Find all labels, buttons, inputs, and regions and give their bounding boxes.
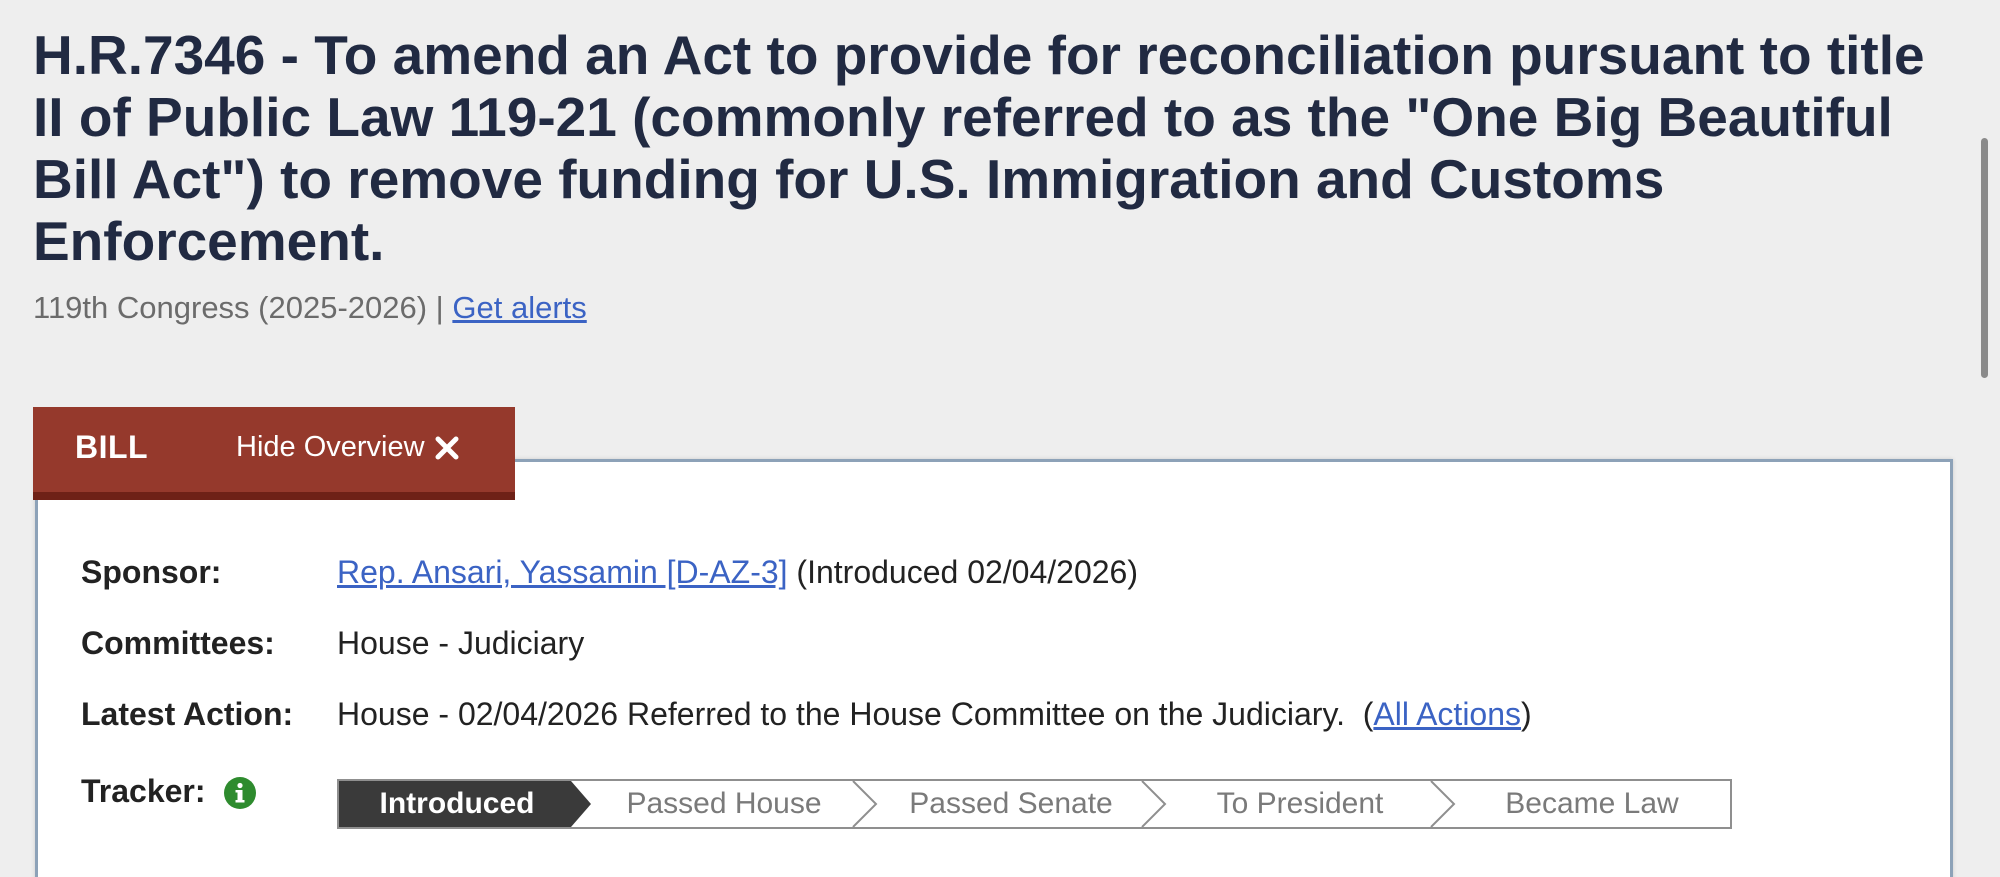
introduced-date: (Introduced 02/04/2026) xyxy=(796,554,1138,590)
sponsor-label: Sponsor: xyxy=(81,554,222,590)
latest-action-text: House - 02/04/2026 Referred to the House… xyxy=(337,696,1345,732)
congress-label: 119th Congress (2025-2026) | xyxy=(33,290,444,325)
bill-tab: BILL Hide Overview xyxy=(33,407,515,500)
latest-action-label: Latest Action: xyxy=(81,696,294,732)
scrollbar-thumb[interactable] xyxy=(1981,138,1988,378)
hide-overview-label: Hide Overview xyxy=(236,431,425,463)
committees-value: House - Judiciary xyxy=(337,625,585,661)
info-icon[interactable] xyxy=(223,776,257,810)
sponsor-value: Rep. Ansari, Yassamin [D-AZ-3] (Introduc… xyxy=(337,554,1138,591)
hide-overview-button[interactable]: Hide Overview xyxy=(236,431,460,464)
tracker-step-passed-senate: Passed Senate xyxy=(909,787,1113,820)
close-icon xyxy=(435,436,459,459)
tracker-step-passed-house: Passed House xyxy=(626,787,822,820)
bill-tab-label: BILL xyxy=(75,429,149,465)
open-paren: ( xyxy=(1362,696,1374,732)
tracker-step-became-law: Became Law xyxy=(1505,787,1679,820)
scrollbar[interactable] xyxy=(1978,0,2000,877)
tracker-step-introduced: Introduced xyxy=(379,787,535,820)
latest-action-value: House - 02/04/2026 Referred to the House… xyxy=(337,696,1532,733)
page: H.R.7346 - To amend an Act to provide fo… xyxy=(0,0,2000,877)
bill-title: H.R.7346 - To amend an Act to provide fo… xyxy=(33,24,1925,272)
progress-tracker: Introduced Passed House Passed Senate To… xyxy=(337,779,1732,829)
sponsor-link[interactable]: Rep. Ansari, Yassamin [D-AZ-3] xyxy=(337,554,788,590)
committees-label: Committees: xyxy=(81,625,275,661)
congress-line: 119th Congress (2025-2026) | Get alerts xyxy=(33,288,587,328)
get-alerts-link[interactable]: Get alerts xyxy=(452,290,586,325)
all-actions-link[interactable]: All Actions xyxy=(1373,696,1521,732)
tracker-step-to-president: To President xyxy=(1216,787,1384,820)
close-paren: ) xyxy=(1521,696,1532,732)
tracker-label: Tracker: xyxy=(81,773,206,809)
